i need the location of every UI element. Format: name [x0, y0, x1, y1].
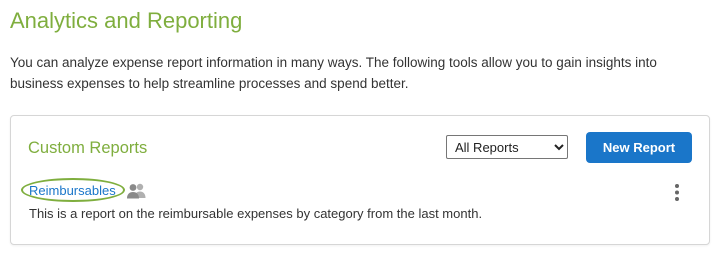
reports-filter-select[interactable]: All Reports [446, 135, 568, 159]
new-report-button[interactable]: New Report [586, 132, 692, 163]
report-description: This is a report on the reimbursable exp… [29, 206, 483, 221]
report-link-reimbursables[interactable]: Reimbursables [29, 183, 116, 198]
people-icon [125, 183, 149, 199]
analytics-page: Analytics and Reporting You can analyze … [0, 0, 727, 260]
report-list-item: Reimbursables This is a report on the re… [11, 178, 709, 228]
custom-reports-card: Custom Reports All Reports New Report Re… [10, 115, 710, 245]
page-intro: You can analyze expense report informati… [10, 55, 657, 91]
custom-reports-title: Custom Reports [28, 139, 148, 157]
page-title: Analytics and Reporting [10, 8, 243, 33]
kebab-menu-icon[interactable] [671, 183, 683, 203]
